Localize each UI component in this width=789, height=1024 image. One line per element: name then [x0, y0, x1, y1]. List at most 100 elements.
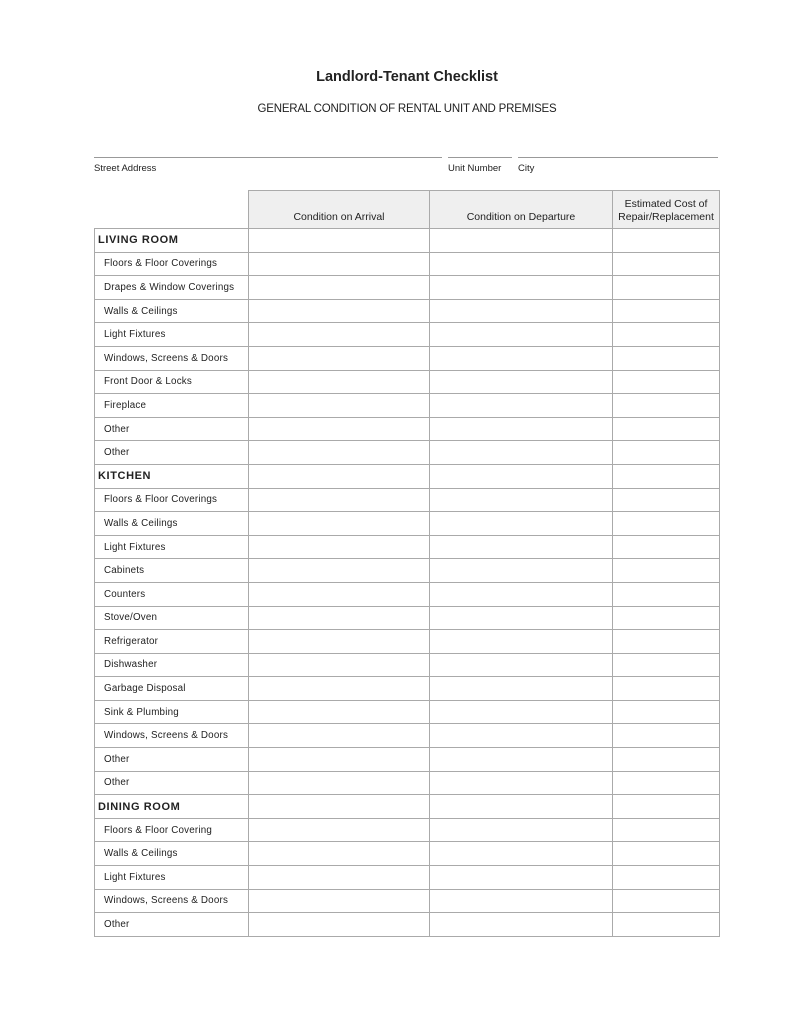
entry-cell[interactable]: [612, 794, 720, 819]
cost-cell[interactable]: [612, 581, 720, 607]
arrival-cell[interactable]: [248, 865, 430, 890]
arrival-cell[interactable]: [248, 393, 430, 418]
departure-cell[interactable]: [429, 369, 613, 395]
arrival-cell[interactable]: [248, 416, 430, 442]
arrival-cell[interactable]: [248, 723, 430, 749]
departure-cell[interactable]: [429, 416, 613, 442]
city-field[interactable]: [518, 157, 718, 158]
arrival-cell[interactable]: [248, 912, 430, 937]
departure-cell[interactable]: [429, 770, 613, 796]
entry-cell[interactable]: [429, 228, 613, 253]
cost-cell[interactable]: [612, 345, 720, 371]
cost-cell[interactable]: [612, 558, 720, 583]
table-row: Other: [94, 912, 720, 937]
departure-cell[interactable]: [429, 487, 613, 513]
cost-cell[interactable]: [612, 369, 720, 395]
arrival-cell[interactable]: [248, 605, 430, 631]
table-row: Other: [94, 416, 720, 442]
cost-cell[interactable]: [612, 605, 720, 631]
entry-cell[interactable]: [248, 463, 430, 489]
arrival-cell[interactable]: [248, 841, 430, 867]
arrival-cell[interactable]: [248, 581, 430, 607]
cost-cell[interactable]: [612, 629, 720, 654]
departure-cell[interactable]: [429, 912, 613, 937]
entry-cell[interactable]: [429, 794, 613, 819]
cost-cell[interactable]: [612, 511, 720, 536]
departure-cell[interactable]: [429, 817, 613, 843]
departure-cell[interactable]: [429, 251, 613, 277]
cost-cell[interactable]: [612, 251, 720, 277]
cost-cell[interactable]: [612, 888, 720, 914]
departure-cell[interactable]: [429, 558, 613, 583]
cost-cell[interactable]: [612, 723, 720, 749]
cost-cell[interactable]: [612, 440, 720, 465]
arrival-cell[interactable]: [248, 298, 430, 324]
departure-cell[interactable]: [429, 275, 613, 300]
cost-cell[interactable]: [612, 912, 720, 937]
departure-cell[interactable]: [429, 676, 613, 701]
item-label: Other: [94, 770, 249, 796]
arrival-cell[interactable]: [248, 275, 430, 300]
departure-cell[interactable]: [429, 605, 613, 631]
departure-cell[interactable]: [429, 723, 613, 749]
street-address-field[interactable]: [94, 157, 442, 158]
entry-cell[interactable]: [429, 463, 613, 489]
arrival-cell[interactable]: [248, 676, 430, 701]
arrival-cell[interactable]: [248, 558, 430, 583]
arrival-cell[interactable]: [248, 251, 430, 277]
arrival-cell[interactable]: [248, 770, 430, 796]
departure-cell[interactable]: [429, 865, 613, 890]
arrival-cell[interactable]: [248, 440, 430, 465]
departure-cell[interactable]: [429, 888, 613, 914]
entry-cell[interactable]: [612, 463, 720, 489]
cost-cell[interactable]: [612, 676, 720, 701]
departure-cell[interactable]: [429, 581, 613, 607]
arrival-cell[interactable]: [248, 487, 430, 513]
table-row: Light Fixtures: [94, 534, 720, 560]
cost-cell[interactable]: [612, 770, 720, 796]
departure-cell[interactable]: [429, 322, 613, 347]
cost-cell[interactable]: [612, 393, 720, 418]
departure-cell[interactable]: [429, 652, 613, 678]
item-label: Counters: [94, 581, 249, 607]
item-label: Other: [94, 440, 249, 465]
arrival-cell[interactable]: [248, 699, 430, 725]
cost-cell[interactable]: [612, 487, 720, 513]
arrival-cell[interactable]: [248, 629, 430, 654]
cost-cell[interactable]: [612, 416, 720, 442]
cost-cell[interactable]: [612, 322, 720, 347]
arrival-cell[interactable]: [248, 817, 430, 843]
cost-cell[interactable]: [612, 865, 720, 890]
departure-cell[interactable]: [429, 699, 613, 725]
cost-cell[interactable]: [612, 275, 720, 300]
arrival-cell[interactable]: [248, 322, 430, 347]
departure-cell[interactable]: [429, 393, 613, 418]
arrival-cell[interactable]: [248, 511, 430, 536]
cost-cell[interactable]: [612, 841, 720, 867]
departure-cell[interactable]: [429, 345, 613, 371]
entry-cell[interactable]: [248, 794, 430, 819]
entry-cell[interactable]: [612, 228, 720, 253]
cost-cell[interactable]: [612, 747, 720, 772]
cost-cell[interactable]: [612, 298, 720, 324]
departure-cell[interactable]: [429, 298, 613, 324]
departure-cell[interactable]: [429, 629, 613, 654]
table-row: Counters: [94, 581, 720, 607]
unit-number-field[interactable]: [448, 157, 512, 158]
cost-cell[interactable]: [612, 699, 720, 725]
arrival-cell[interactable]: [248, 369, 430, 395]
departure-cell[interactable]: [429, 841, 613, 867]
cost-cell[interactable]: [612, 817, 720, 843]
departure-cell[interactable]: [429, 511, 613, 536]
arrival-cell[interactable]: [248, 888, 430, 914]
arrival-cell[interactable]: [248, 345, 430, 371]
departure-cell[interactable]: [429, 534, 613, 560]
arrival-cell[interactable]: [248, 534, 430, 560]
cost-cell[interactable]: [612, 534, 720, 560]
cost-cell[interactable]: [612, 652, 720, 678]
entry-cell[interactable]: [248, 228, 430, 253]
departure-cell[interactable]: [429, 747, 613, 772]
arrival-cell[interactable]: [248, 747, 430, 772]
departure-cell[interactable]: [429, 440, 613, 465]
arrival-cell[interactable]: [248, 652, 430, 678]
